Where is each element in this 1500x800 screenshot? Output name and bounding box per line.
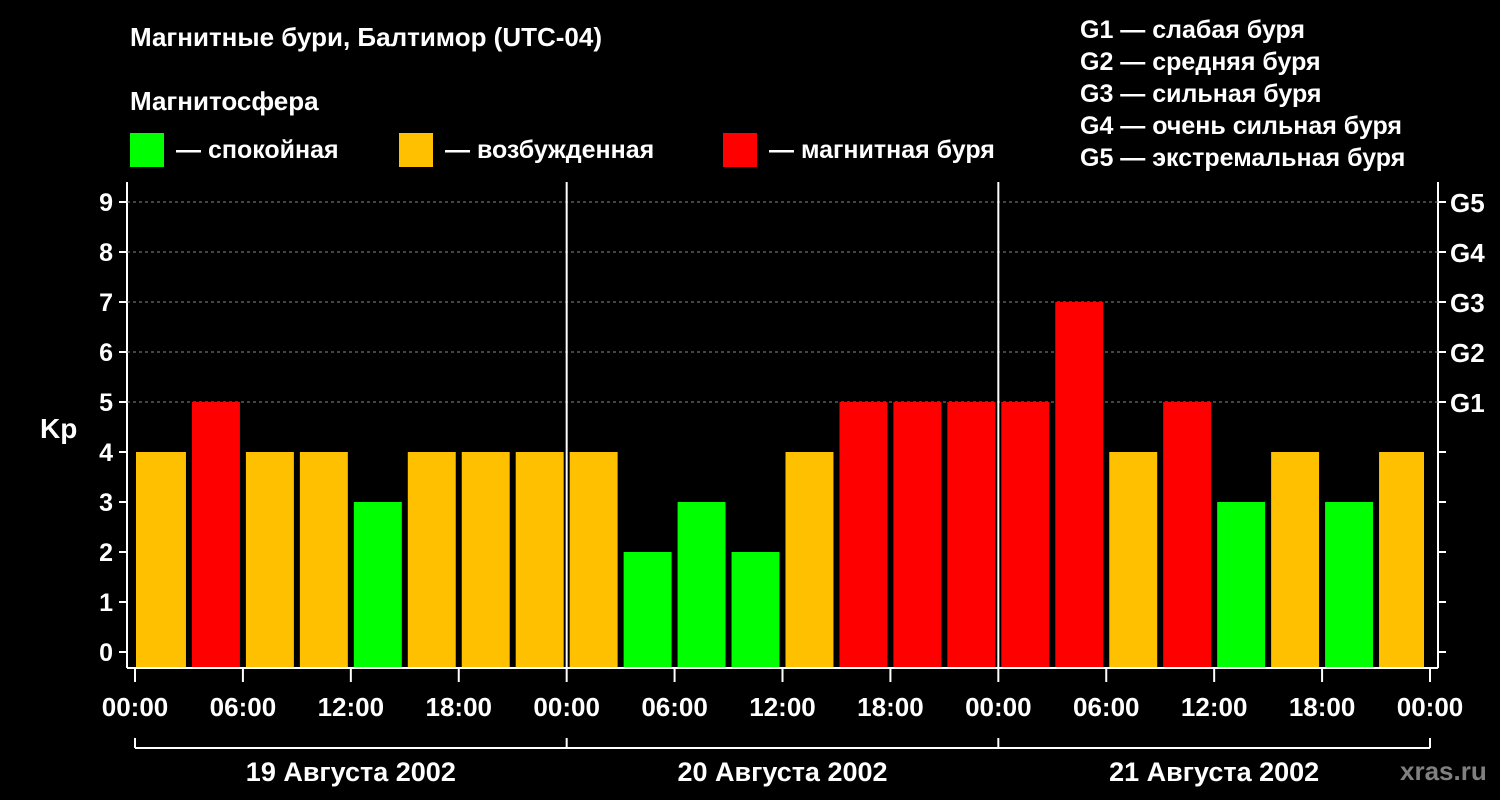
x-tick-label: 12:00	[749, 692, 816, 722]
kp-bar	[1217, 502, 1266, 667]
y-axis-title: Kp	[40, 413, 77, 444]
kp-bar	[461, 452, 510, 667]
kp-bar	[893, 402, 942, 667]
y-tick-label: 1	[99, 589, 113, 617]
x-tick-label: 00:00	[533, 692, 600, 722]
g-scale-label: G2	[1450, 338, 1485, 368]
kp-bar	[299, 452, 348, 667]
x-tick-label: 18:00	[857, 692, 924, 722]
y-tick-label: 9	[99, 189, 113, 217]
kp-bar	[515, 452, 564, 667]
kp-bar	[1163, 402, 1212, 667]
kp-bar	[1271, 452, 1320, 667]
x-tick-label: 00:00	[102, 692, 169, 722]
y-tick-label: 3	[99, 489, 113, 517]
kp-bar	[569, 452, 618, 667]
kp-bar	[785, 452, 834, 667]
g-scale-label: G4	[1450, 238, 1485, 268]
x-tick-label: 06:00	[1073, 692, 1140, 722]
y-tick-label: 0	[99, 639, 113, 667]
x-tick-label: 12:00	[1181, 692, 1248, 722]
kp-bar	[1055, 302, 1104, 667]
kp-chart: 0 1 2 3 4 5 6 7 8 9 G1 G2 G3 G4 G5 Kp 00:00 06:00 12:00 18:…	[40, 182, 1485, 787]
kp-bar	[1325, 502, 1374, 667]
x-tick-label: 12:00	[318, 692, 385, 722]
day-label: 20 Августа 2002	[677, 757, 887, 787]
kp-bar	[1001, 402, 1050, 667]
y-tick-label: 4	[99, 439, 113, 467]
day-label: 21 Августа 2002	[1109, 757, 1319, 787]
x-tick-label: 00:00	[965, 692, 1032, 722]
watermark: xras.ru	[1400, 756, 1487, 786]
kp-bar	[407, 452, 456, 667]
kp-bar	[839, 402, 888, 667]
x-tick-label: 18:00	[426, 692, 493, 722]
day-label: 19 Августа 2002	[246, 757, 456, 787]
kp-bar	[1109, 452, 1158, 667]
x-tick-label: 18:00	[1289, 692, 1356, 722]
y-tick-label: 5	[99, 389, 113, 417]
kp-bar	[245, 452, 294, 667]
kp-bar	[191, 402, 240, 667]
y-tick-label: 2	[99, 539, 113, 567]
kp-bar	[947, 402, 996, 667]
y-tick-label: 6	[99, 339, 113, 367]
kp-bar	[623, 552, 672, 667]
kp-bar	[353, 502, 402, 667]
x-tick-label: 00:00	[1397, 692, 1464, 722]
y-tick-label: 8	[99, 239, 113, 267]
kp-bar	[1379, 452, 1424, 667]
x-tick-label: 06:00	[641, 692, 708, 722]
kp-bar	[677, 502, 726, 667]
g-scale-label: G3	[1450, 288, 1485, 318]
g-scale-label: G1	[1450, 388, 1485, 418]
g-scale-label: G5	[1450, 188, 1485, 218]
kp-bar	[136, 452, 186, 667]
kp-bar	[731, 552, 780, 667]
y-tick-label: 7	[99, 289, 113, 317]
x-tick-label: 06:00	[210, 692, 277, 722]
